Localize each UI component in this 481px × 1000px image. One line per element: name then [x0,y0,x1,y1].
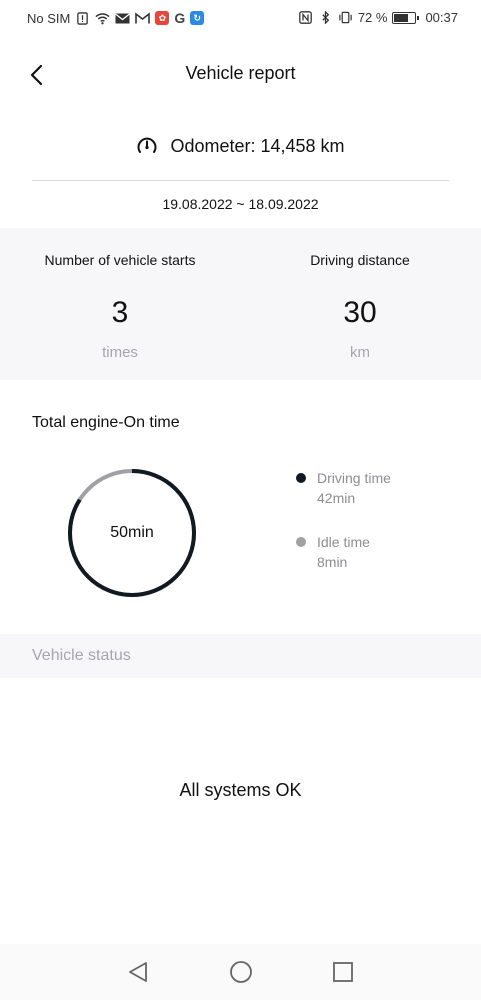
wifi-icon [95,12,110,24]
gmail-icon [135,11,151,23]
status-bar-right: 72 % 00:37 [298,10,458,25]
nav-recents-button[interactable] [328,957,358,987]
app-header: Vehicle report [0,50,481,98]
google-icon: G [174,10,186,26]
vehicle-starts-stat: Number of vehicle starts 3 times [0,228,240,380]
legend-label: Idle time [317,534,370,550]
legend-value: 8min [317,554,348,570]
recents-square-icon [333,962,353,982]
battery-percent: 72 % [357,10,388,25]
idle-dot-icon [296,537,306,547]
engine-on-time-title: Total engine-On time [32,414,180,431]
vibrate-icon [339,11,352,24]
stat-value: 30 [343,296,377,329]
legend-item-idle: Idle time 8min [296,532,391,596]
vehicle-report-screen: No SIM ✿ G ↻ 72 % 00:37 Vehicle report O… [0,0,481,1000]
section-label: Vehicle status [32,647,131,664]
driving-dot-icon [296,473,306,483]
speedometer-icon [137,137,157,153]
vehicle-status-section-header: Vehicle status [0,634,481,678]
page-title: Vehicle report [185,63,296,83]
clock: 00:37 [425,10,458,25]
status-bar: No SIM ✿ G ↻ 72 % 00:37 [0,0,481,36]
legend-label: Driving time [317,470,391,486]
nfc-icon [298,11,312,24]
battery-level [394,13,409,22]
mail-icon [115,12,131,23]
date-range: 19.08.2022 ~ 18.09.2022 [162,196,319,212]
home-circle-icon [230,961,252,983]
system-nav-bar [0,944,481,1000]
back-triangle-icon [129,962,147,982]
odometer-text: Odometer: 14,458 km [170,135,345,156]
legend-item-driving: Driving time 42min [296,468,391,532]
total-time-label: 50min [110,524,154,541]
status-bar-left: No SIM ✿ G ↻ [27,10,205,26]
bluetooth-icon [322,11,330,24]
stat-label: Driving distance [310,252,410,268]
nav-home-button[interactable] [226,957,256,987]
vehicle-status-message: All systems OK [179,780,302,800]
sim-alert-icon [77,11,89,25]
stat-value: 3 [111,296,129,329]
driving-distance-stat: Driving distance 30 km [240,228,480,380]
carrier-label: No SIM [27,10,71,26]
odometer-row: Odometer: 14,458 km [0,128,481,164]
divider [32,180,449,181]
stat-unit: times [102,344,138,361]
stat-label: Number of vehicle starts [44,252,196,268]
stats-panel: Number of vehicle starts 3 times Driving… [0,228,481,380]
huawei-app-icon: ✿ [155,11,170,25]
stat-unit: km [350,344,370,361]
engine-time-legend: Driving time 42min Idle time 8min [296,468,391,596]
engine-time-ring-chart: 50min [67,468,197,598]
legend-value: 42min [317,490,356,506]
battery-icon [392,11,420,24]
app-icon: ↻ [190,11,205,25]
nav-back-button[interactable] [124,957,154,987]
